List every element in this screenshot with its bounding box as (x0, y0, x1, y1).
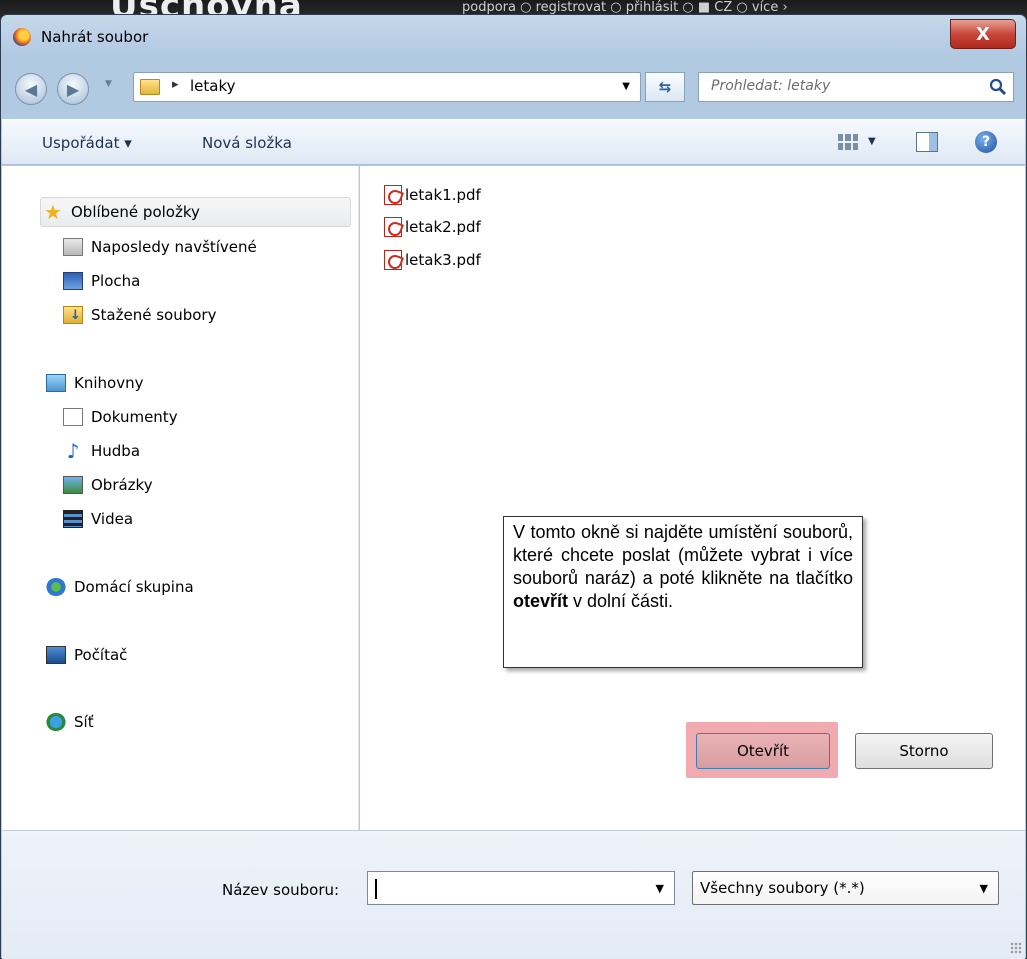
nav-pictures[interactable]: Obrázky (63, 470, 153, 500)
file-item[interactable]: letak2.pdf (384, 215, 481, 239)
nav-desktop-label: Plocha (91, 272, 141, 290)
close-button[interactable]: X (950, 19, 1016, 49)
nav-recent-places[interactable]: Naposledy navštívené (63, 232, 257, 262)
pdf-icon (384, 185, 402, 205)
pdf-icon (384, 250, 402, 270)
nav-desktop[interactable]: Plocha (63, 266, 140, 296)
open-button[interactable]: Otevřít (696, 733, 830, 769)
address-box[interactable]: ▸ letaky ▼ (133, 72, 641, 102)
file-name: letak2.pdf (405, 218, 481, 236)
nav-pictures-label: Obrázky (91, 476, 153, 494)
background-nav-links: podpora ○ registrovat ○ přihlásit ○ ■ CZ… (462, 0, 788, 15)
star-icon: ★ (44, 200, 62, 224)
pdf-icon (384, 217, 402, 237)
nav-documents[interactable]: Dokumenty (63, 402, 178, 432)
file-item[interactable]: letak3.pdf (384, 248, 481, 272)
nav-homegroup-label: Domácí skupina (74, 578, 194, 596)
filename-label: Název souboru: (222, 881, 340, 899)
forward-button[interactable]: ▶ (57, 73, 89, 105)
nav-videos[interactable]: Videa (63, 504, 133, 534)
computer-icon (46, 646, 66, 664)
videos-icon (63, 510, 83, 528)
homegroup-icon (46, 578, 66, 596)
file-name: letak3.pdf (405, 251, 481, 269)
callout-text-before: V tomto okně si najděte umístění souborů… (513, 522, 853, 588)
file-name: letak1.pdf (405, 186, 481, 204)
nav-favorites-label: Oblíbené položky (71, 203, 200, 221)
firefox-icon (13, 28, 31, 46)
music-icon: ♪ (66, 439, 80, 463)
organize-menu[interactable]: Uspořádat ▾ (42, 134, 132, 152)
preview-pane-icon[interactable] (916, 132, 938, 152)
navigation-pane: ★ Oblíbené položky Naposledy navštívené … (2, 166, 359, 830)
new-folder-button[interactable]: Nová složka (202, 134, 292, 152)
search-icon[interactable] (989, 78, 1007, 96)
forward-arrow-icon: ▶ (66, 79, 80, 99)
breadcrumb-current-folder[interactable]: letaky (190, 77, 236, 95)
folder-icon (140, 79, 160, 95)
documents-icon (63, 408, 83, 426)
nav-computer[interactable]: Počítač (46, 640, 127, 670)
file-type-select[interactable]: Všechny soubory (*.*) ▼ (692, 871, 999, 905)
callout-bold-word: otevřít (513, 591, 569, 611)
desktop-icon (63, 272, 83, 290)
filename-input[interactable]: ▼ (367, 871, 675, 905)
nav-network[interactable]: Síť (46, 707, 94, 737)
downloads-icon (63, 306, 83, 324)
libraries-icon (46, 374, 66, 392)
refresh-icon: ⇆ (658, 78, 672, 96)
nav-music-label: Hudba (91, 442, 141, 460)
nav-libraries[interactable]: Knihovny (46, 368, 143, 398)
search-placeholder: Prohledat: letaky (711, 78, 831, 94)
network-icon (46, 713, 66, 731)
resize-grip[interactable] (1010, 942, 1022, 954)
nav-videos-label: Videa (91, 510, 134, 528)
address-dropdown-icon[interactable]: ▼ (622, 81, 630, 92)
nav-music[interactable]: ♪ Hudba (63, 436, 140, 466)
pictures-icon (63, 476, 83, 494)
address-bar-row: ◀ ▶ ▼ ▸ letaky ▼ ⇆ Prohledat: letaky (1, 65, 1026, 107)
history-dropdown-icon[interactable]: ▼ (105, 79, 112, 89)
dialog-footer: Název souboru: ▼ Všechny soubory (*.*) ▼ (2, 830, 1025, 959)
back-arrow-icon: ◀ (24, 79, 38, 99)
change-view-icon[interactable] (838, 134, 858, 150)
breadcrumb-separator-icon[interactable]: ▸ (172, 77, 179, 92)
command-toolbar: Uspořádat ▾ Nová složka ▼ ? (2, 119, 1025, 165)
nav-favorites[interactable]: ★ Oblíbené položky (40, 197, 351, 227)
nav-libraries-label: Knihovny (74, 374, 144, 392)
instruction-callout: V tomto okně si najděte umístění souborů… (503, 516, 863, 668)
refresh-button[interactable]: ⇆ (645, 72, 685, 102)
file-item[interactable]: letak1.pdf (384, 183, 481, 207)
dialog-title: Nahrát soubor (41, 28, 149, 46)
filename-dropdown-icon[interactable]: ▼ (656, 882, 664, 895)
help-icon[interactable]: ? (975, 131, 997, 153)
text-caret (375, 879, 377, 899)
cancel-button[interactable]: Storno (855, 733, 993, 769)
recent-places-icon (63, 238, 83, 256)
nav-computer-label: Počítač (74, 646, 128, 664)
nav-network-label: Síť (74, 713, 94, 731)
view-dropdown-icon[interactable]: ▼ (868, 136, 876, 147)
nav-downloads[interactable]: Stažené soubory (63, 300, 216, 330)
file-type-dropdown-icon: ▼ (979, 882, 988, 895)
nav-downloads-label: Stažené soubory (91, 306, 217, 324)
callout-text-after: v dolní části. (568, 591, 674, 611)
dialog-titlebar[interactable]: Nahrát soubor X (1, 15, 1026, 57)
search-input[interactable]: Prohledat: letaky (698, 72, 1014, 102)
nav-documents-label: Dokumenty (91, 408, 178, 426)
back-button[interactable]: ◀ (15, 73, 47, 105)
file-type-value: Všechny soubory (*.*) (700, 879, 865, 897)
file-open-dialog: Nahrát soubor X ◀ ▶ ▼ ▸ letaky ▼ ⇆ Prohl… (0, 14, 1027, 959)
nav-homegroup[interactable]: Domácí skupina (46, 572, 194, 602)
nav-recent-places-label: Naposledy navštívené (91, 238, 257, 256)
